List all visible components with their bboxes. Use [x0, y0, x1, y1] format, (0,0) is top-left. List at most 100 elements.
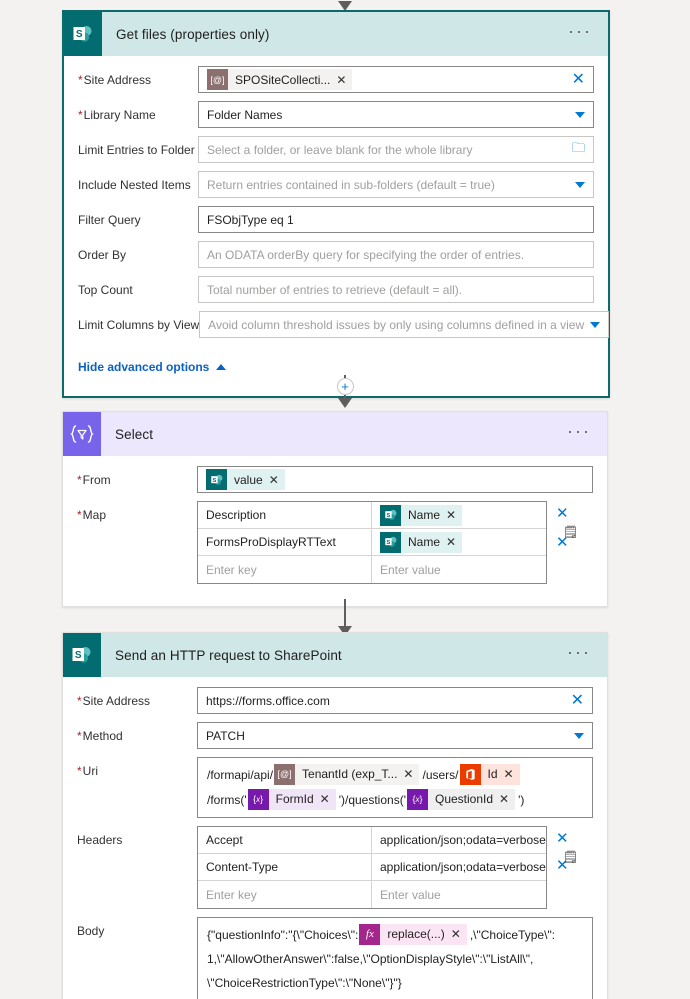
card-menu-button[interactable]: ··· [568, 22, 608, 42]
header-value[interactable]: application/json;odata=verbose [372, 854, 546, 880]
card-body-send-http: *Site Address https://forms.office.com ✕… [63, 677, 607, 999]
header-key-placeholder[interactable]: Enter key [198, 881, 372, 908]
connector-2 [0, 597, 690, 637]
action-card-send-http-request[interactable]: S Send an HTTP request to SharePoint ···… [62, 632, 608, 999]
site-address-input[interactable]: https://forms.office.com ✕ [197, 687, 593, 714]
token-remove-icon[interactable]: ✕ [320, 788, 336, 811]
table-row-empty[interactable]: Enter key Enter value [198, 556, 546, 583]
map-key[interactable]: FormsProDisplayRTText [198, 529, 372, 555]
limit-columns-dropdown[interactable]: Avoid column threshold issues by only us… [199, 311, 610, 338]
sharepoint-token-icon: S [380, 504, 401, 526]
field-row-headers: Headers Accept application/json;odata=ve… [77, 826, 593, 909]
filter-query-input[interactable]: FSObjType eq 1 [198, 206, 594, 233]
table-row-empty[interactable]: Enter key Enter value [198, 881, 546, 908]
site-address-input[interactable]: [@] SPOSiteCollecti... ✕ ✕ [198, 66, 594, 93]
token-remove-icon[interactable]: ✕ [446, 508, 462, 522]
token-remove-icon[interactable]: ✕ [269, 473, 285, 487]
token-remove-icon[interactable]: ✕ [403, 763, 419, 786]
field-row-include-nested: Include Nested Items Return entries cont… [78, 171, 594, 198]
action-card-select[interactable]: Select ··· *From S value ✕ *Map Descript… [62, 411, 608, 607]
uri-text-segment: ') [518, 792, 525, 807]
delete-row-icon[interactable]: ✕ [556, 830, 569, 847]
field-label-uri: *Uri [77, 764, 98, 778]
token-remove-icon[interactable]: ✕ [499, 788, 515, 811]
token-sposite-collection[interactable]: [@] SPOSiteCollecti... ✕ [207, 69, 353, 90]
token-question-id[interactable]: {x} QuestionId ✕ [406, 788, 516, 811]
order-by-input[interactable]: An ODATA orderBy query for specifying th… [198, 241, 594, 268]
token-replace-function[interactable]: fx replace(...) ✕ [359, 923, 467, 946]
map-value-placeholder[interactable]: Enter value [372, 556, 546, 583]
token-form-id[interactable]: {x} FormId ✕ [247, 788, 336, 811]
table-row[interactable]: Content-Type application/json;odata=verb… [198, 854, 546, 881]
field-label-library-name: *Library Name [78, 108, 156, 122]
method-dropdown[interactable]: PATCH [197, 722, 593, 749]
map-key[interactable]: Description [198, 502, 372, 528]
token-remove-icon[interactable]: ✕ [336, 73, 352, 87]
card-title: Get files (properties only) [116, 26, 270, 42]
token-name[interactable]: S Name ✕ [380, 504, 463, 526]
chevron-down-icon[interactable] [574, 732, 584, 739]
uri-input[interactable]: /formapi/api/[@] TenantId (exp_T... ✕/user… [197, 757, 593, 818]
token-label: value [234, 472, 263, 487]
card-body-select: *From S value ✕ *Map Description S Name … [63, 456, 607, 606]
token-remove-icon[interactable]: ✕ [504, 763, 520, 786]
hide-advanced-options-link[interactable]: Hide advanced options [78, 360, 227, 374]
delete-row-icon[interactable]: ✕ [556, 534, 569, 551]
delete-row-icon[interactable]: ✕ [556, 857, 569, 874]
token-name[interactable]: S Name ✕ [380, 531, 463, 553]
insert-step-button[interactable]: + [336, 377, 354, 395]
header-value[interactable]: application/json;odata=verbose [372, 827, 546, 853]
card-header-get-files[interactable]: S Get files (properties only) ··· [64, 12, 608, 56]
body-input[interactable]: {"questionInfo":"{\"Choices\": fx replace(… [197, 917, 593, 999]
chevron-down-icon[interactable] [590, 321, 601, 328]
arrow-head-icon [338, 0, 352, 11]
header-value-placeholder[interactable]: Enter value [372, 881, 546, 908]
table-row[interactable]: Accept application/json;odata=verbose [198, 827, 546, 854]
map-key-placeholder[interactable]: Enter key [198, 556, 372, 583]
header-row-actions: ✕ 🗒 ✕ [547, 826, 593, 884]
token-label: QuestionId [434, 792, 494, 806]
token-id[interactable]: Id ✕ [459, 763, 520, 786]
library-name-dropdown[interactable]: Folder Names [198, 101, 594, 128]
card-menu-button[interactable]: ··· [567, 422, 607, 442]
required-marker: * [77, 764, 82, 778]
token-remove-icon[interactable]: ✕ [451, 923, 467, 946]
header-key[interactable]: Content-Type [198, 854, 372, 880]
card-menu-button[interactable]: ··· [567, 643, 607, 663]
field-label-headers: Headers [77, 833, 123, 847]
uri-text-segment: ')/questions(' [338, 792, 406, 807]
include-nested-dropdown[interactable]: Return entries contained in sub-folders … [198, 171, 594, 198]
map-value[interactable]: S Name ✕ [372, 529, 546, 555]
folder-picker-icon[interactable]: 🗀 [572, 139, 585, 161]
limit-entries-input[interactable]: Select a folder, or leave blank for the … [198, 136, 594, 163]
card-header-send-http[interactable]: S Send an HTTP request to SharePoint ··· [63, 633, 607, 677]
chevron-down-icon[interactable] [575, 181, 585, 188]
table-row[interactable]: FormsProDisplayRTText S Name ✕ [198, 529, 546, 556]
field-row-limit-columns: Limit Columns by View Avoid column thres… [78, 311, 610, 338]
clear-icon[interactable]: ✕ [572, 71, 585, 87]
table-row[interactable]: Description S Name ✕ [198, 502, 546, 529]
map-table: Description S Name ✕ FormsProDisplayRTTe… [197, 501, 547, 584]
field-row-filter-query: Filter Query FSObjType eq 1 [78, 206, 594, 233]
field-row-uri: *Uri /formapi/api/[@] TenantId (exp_T... ✕… [77, 757, 593, 818]
card-title: Send an HTTP request to SharePoint [115, 647, 342, 663]
field-label-order-by: Order By [78, 248, 127, 262]
action-card-get-files[interactable]: S Get files (properties only) ··· *Site … [62, 10, 610, 398]
map-value[interactable]: S Name ✕ [372, 502, 546, 528]
from-input[interactable]: S value ✕ [197, 466, 593, 493]
clear-icon[interactable]: ✕ [571, 692, 584, 708]
token-tenant-id[interactable]: [@] TenantId (exp_T... ✕ [274, 763, 420, 786]
sharepoint-token-icon: S [206, 469, 227, 490]
token-value[interactable]: S value ✕ [206, 469, 285, 490]
token-label: SPOSiteCollecti... [235, 72, 331, 87]
header-key[interactable]: Accept [198, 827, 372, 853]
field-label-filter-query: Filter Query [78, 213, 141, 227]
card-header-select[interactable]: Select ··· [63, 412, 607, 456]
field-label-from: *From [77, 473, 111, 487]
token-remove-icon[interactable]: ✕ [446, 535, 462, 549]
order-by-placeholder: An ODATA orderBy query for specifying th… [207, 247, 525, 262]
field-label-map: *Map [77, 508, 107, 522]
top-count-input[interactable]: Total number of entries to retrieve (def… [198, 276, 594, 303]
delete-row-icon[interactable]: ✕ [556, 505, 569, 522]
chevron-down-icon[interactable] [575, 111, 585, 118]
